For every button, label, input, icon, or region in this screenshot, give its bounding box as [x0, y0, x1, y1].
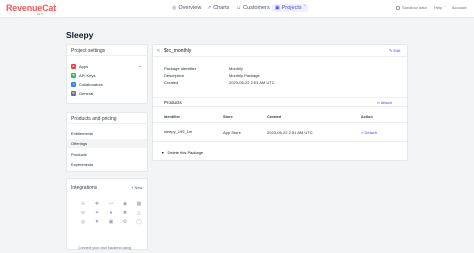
nav-charts-label: Charts	[213, 5, 230, 11]
description-label: Description	[164, 73, 185, 78]
apps-icon: ■	[71, 64, 76, 69]
column-header-action: Action	[361, 115, 373, 119]
detach-label: Detach	[364, 130, 378, 135]
products-title: Products	[164, 100, 182, 105]
package-identifier-label: Package Identifier	[164, 66, 197, 71]
customers-icon: ☺	[236, 5, 242, 11]
column-header-identifier: Identifier	[164, 115, 181, 119]
amplitude-icon[interactable]: ⚞	[76, 201, 90, 207]
package-header: < $rc_monthly ✎ Edit	[153, 45, 407, 57]
help-label: Help	[434, 5, 443, 10]
sidebar-item-label: General	[79, 91, 94, 96]
product-store-cell: App Store	[223, 130, 241, 135]
integrations-title: Integrations	[71, 185, 98, 191]
onesignal-icon[interactable]: ◎	[76, 219, 90, 225]
edit-label: Edit	[393, 48, 401, 53]
appsflyer-icon[interactable]: ❖	[90, 201, 104, 207]
description-value: Monthly Package	[229, 73, 260, 78]
collaborators-icon: ☺	[71, 82, 76, 87]
products-pricing-title: Products and pricing	[67, 113, 147, 124]
account-label: Account	[452, 5, 467, 10]
sidebar-item-experiments[interactable]: Experiments	[67, 160, 147, 169]
segment-icon[interactable]: ⊝	[76, 210, 90, 216]
product-identifier-cell[interactable]: sleepy_199_1m	[164, 129, 192, 134]
nav-projects-label: Projects	[281, 5, 302, 11]
sandbox-data-label: Sandbox data	[402, 5, 427, 10]
attach-button[interactable]: ∞ Attach	[377, 100, 392, 105]
twitter-icon[interactable]: ✦	[90, 210, 104, 216]
sidebar-item-apps[interactable]: ■ Apps	[71, 64, 88, 69]
package-title: $rc_monthly	[164, 48, 192, 54]
integration-icons-grid: ⚞ ❖ ∾ ◉ ▦ ⊝ ✦ ● ✖ △ ◎ ▼ ▣ ⚙ ◯	[76, 201, 146, 225]
integrations-panel: Integrations + New ⚞ ❖ ∾ ◉ ▦ ⊝ ✦ ● ✖ △ ◎…	[66, 178, 148, 250]
airship-icon[interactable]: ▼	[90, 219, 104, 225]
charts-icon: ↗	[207, 5, 212, 11]
account-menu[interactable]: Account	[452, 5, 466, 10]
package-detail-card: < $rc_monthly ✎ Edit Package Identifier …	[152, 44, 408, 161]
facebook-icon[interactable]: ◉	[118, 201, 132, 207]
mixpanel-icon[interactable]: ▦	[132, 201, 146, 207]
checkbox-icon	[396, 5, 400, 10]
sidebar-item-general[interactable]: ⚙ General	[71, 91, 93, 96]
delete-package-toggle[interactable]: ▼ Delete this Package	[161, 150, 203, 155]
firebase-icon[interactable]: ⚙	[118, 219, 132, 225]
package-identifier-value: Monthly	[229, 66, 244, 71]
help-menu[interactable]: Help ˇ	[434, 5, 446, 10]
table-divider	[153, 141, 407, 142]
edit-button[interactable]: ✎ Edit	[389, 48, 400, 53]
page-title: Sleepy	[66, 30, 94, 40]
product-created-cell: 2023-05-22 2:51 AM UTC	[267, 130, 313, 135]
gear-icon: ⚙	[71, 91, 76, 96]
branch-icon[interactable]: ∾	[104, 201, 118, 207]
sidebar-item-offerings[interactable]: Offerings	[67, 139, 147, 148]
column-header-created: Created	[267, 115, 282, 119]
key-icon: ⚒	[71, 73, 76, 78]
nav-overview-label: Overview	[178, 5, 202, 11]
created-label: Created	[164, 80, 179, 85]
pencil-icon: ✎	[389, 48, 393, 53]
products-section-header: Products ∞ Attach	[153, 97, 407, 107]
sidebar-item-label: Apps	[79, 64, 89, 69]
chevron-down-icon: ˇ	[444, 5, 446, 10]
sandbox-data-toggle[interactable]: Sandbox data	[396, 5, 427, 10]
new-integration-button[interactable]: + New	[131, 185, 142, 190]
nav-charts[interactable]: ↗ Charts	[204, 4, 232, 12]
logo-beta-badge: BETA	[37, 13, 44, 16]
sidebar-item-entitlements[interactable]: Entitlements	[67, 129, 147, 138]
overview-icon: ◎	[172, 5, 177, 11]
column-header-store: Store	[223, 115, 233, 119]
sidebar-item-api-keys[interactable]: ⚒ API Keys	[71, 73, 95, 78]
apple-icon[interactable]: ●	[104, 210, 118, 216]
integrations-footer-text: Connect your own backend using	[78, 246, 132, 250]
back-arrow-icon[interactable]: <	[157, 48, 160, 54]
sidebar-item-products[interactable]: Products	[67, 150, 147, 159]
nav-overview[interactable]: ◎ Overview	[169, 4, 204, 12]
sidebar-item-label: API Keys	[79, 73, 96, 78]
chevron-down-icon[interactable]: ⌄	[138, 63, 142, 69]
clevertap-icon[interactable]: ◯	[132, 219, 146, 225]
table-divider	[153, 122, 407, 123]
attach-label: Attach	[380, 100, 393, 105]
detach-button[interactable]: × Detach	[361, 130, 377, 135]
sidebar-item-label: Collaborators	[79, 82, 103, 87]
project-settings-panel: Project settings ■ Apps ⌄ ⚒ API Keys ☺ C…	[66, 44, 148, 104]
slack-icon[interactable]: ✖	[118, 210, 132, 216]
sidebar-item-collaborators[interactable]: ☺ Collaborators	[71, 82, 103, 87]
braze-icon[interactable]: ▣	[104, 219, 118, 225]
link-icon: ∞	[377, 100, 380, 105]
nav-customers[interactable]: ☺ Customers	[233, 4, 273, 12]
project-settings-title: Project settings	[67, 45, 147, 56]
chevron-down-icon: ˇ	[303, 5, 306, 11]
nav-customers-label: Customers	[243, 5, 270, 11]
products-pricing-panel: Products and pricing Entitlements Offeri…	[66, 112, 148, 172]
revenuecat-logo[interactable]: RevenueCat	[6, 3, 56, 13]
google-icon[interactable]: △	[132, 210, 146, 216]
created-value: 2023-05-22 2:03 AM UTC	[229, 80, 275, 85]
delete-package-label: Delete this Package	[167, 150, 204, 155]
top-navigation-bar: RevenueCat BETA ◎ Overview ↗ Charts ☺ Cu…	[0, 0, 474, 18]
chevron-down-icon: ▼	[161, 150, 165, 155]
unlink-icon: ×	[361, 130, 364, 135]
projects-icon: ▣	[275, 5, 280, 11]
nav-projects[interactable]: ▣ Projects ˇ	[272, 4, 309, 12]
